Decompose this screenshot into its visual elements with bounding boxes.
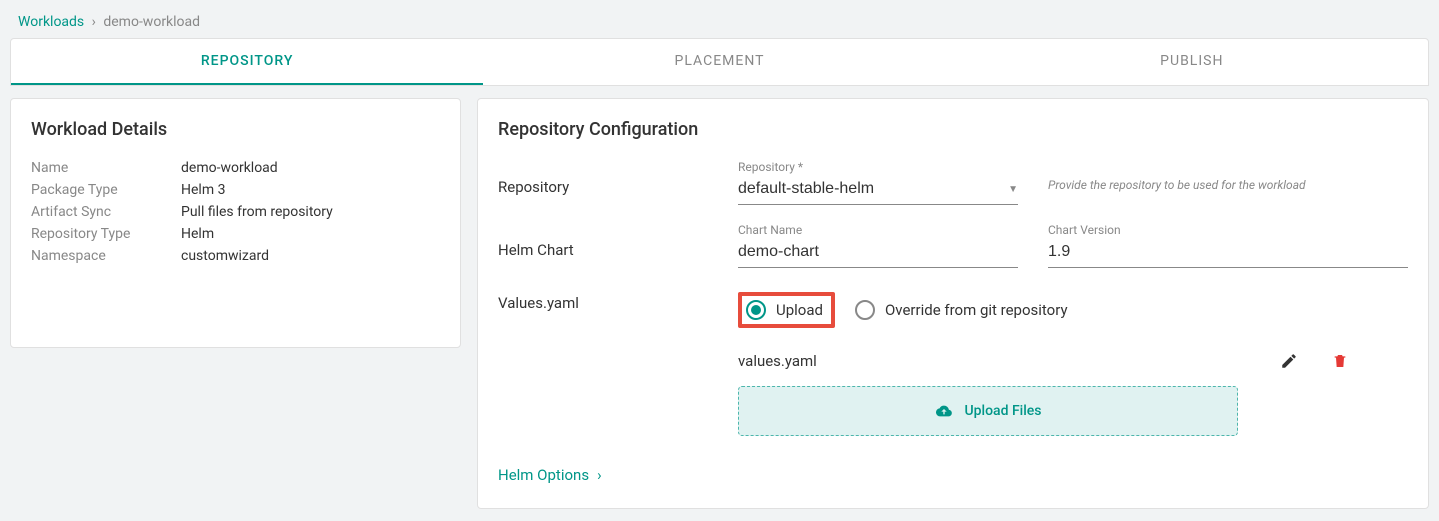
radio-override-git[interactable]: Override from git repository: [855, 300, 1068, 320]
detail-value-namespace: customwizard: [181, 248, 269, 264]
chart-version-label: Chart Version: [1048, 223, 1408, 237]
repository-select[interactable]: [738, 176, 1018, 205]
repository-hint: Provide the repository to be used for th…: [1048, 160, 1388, 192]
repository-row-label: Repository: [498, 160, 738, 196]
radio-unselected-icon: [855, 300, 875, 320]
detail-value-artifact-sync: Pull files from repository: [181, 204, 333, 220]
repository-field-label: Repository *: [738, 160, 1018, 174]
repository-config-card: Repository Configuration Repository Repo…: [477, 98, 1429, 509]
tab-bar: REPOSITORY PLACEMENT PUBLISH: [10, 38, 1429, 86]
tab-publish[interactable]: PUBLISH: [956, 39, 1428, 85]
detail-value-repository-type: Helm: [181, 226, 214, 242]
helm-options-label: Helm Options: [498, 466, 589, 484]
detail-value-package-type: Helm 3: [181, 182, 225, 198]
chevron-right-icon: ›: [597, 466, 602, 484]
detail-label-namespace: Namespace: [31, 248, 181, 264]
detail-label-package-type: Package Type: [31, 182, 181, 198]
radio-upload[interactable]: Upload: [746, 300, 823, 320]
upload-files-label: Upload Files: [964, 403, 1041, 419]
breadcrumb-current: demo-workload: [103, 14, 200, 30]
upload-files-button[interactable]: Upload Files: [738, 386, 1238, 436]
breadcrumb: Workloads › demo-workload: [0, 0, 1439, 38]
breadcrumb-link-workloads[interactable]: Workloads: [18, 14, 84, 30]
cloud-upload-icon: [934, 403, 954, 419]
chevron-right-icon: ›: [92, 14, 96, 30]
detail-label-name: Name: [31, 160, 181, 176]
workload-details-title: Workload Details: [31, 119, 440, 140]
radio-selected-icon: [746, 300, 766, 320]
helm-options-toggle[interactable]: Helm Options ›: [498, 466, 1408, 484]
chart-name-input[interactable]: [738, 239, 1018, 268]
uploaded-file-name: values.yaml: [738, 352, 817, 370]
tab-placement[interactable]: PLACEMENT: [483, 39, 955, 85]
edit-icon[interactable]: [1280, 352, 1298, 370]
chart-version-input[interactable]: [1048, 239, 1408, 268]
chart-name-label: Chart Name: [738, 223, 1018, 237]
detail-label-artifact-sync: Artifact Sync: [31, 204, 181, 220]
workload-details-card: Workload Details Namedemo-workload Packa…: [10, 98, 461, 348]
helm-chart-row-label: Helm Chart: [498, 223, 738, 259]
detail-value-name: demo-workload: [181, 160, 278, 176]
tab-repository[interactable]: REPOSITORY: [11, 39, 483, 85]
radio-override-label: Override from git repository: [885, 301, 1068, 319]
repository-config-title: Repository Configuration: [498, 119, 1408, 140]
values-yaml-label: Values.yaml: [498, 286, 738, 312]
radio-upload-label: Upload: [776, 301, 823, 319]
upload-option-highlight: Upload: [738, 292, 835, 328]
detail-label-repository-type: Repository Type: [31, 226, 181, 242]
delete-icon[interactable]: [1332, 352, 1348, 370]
